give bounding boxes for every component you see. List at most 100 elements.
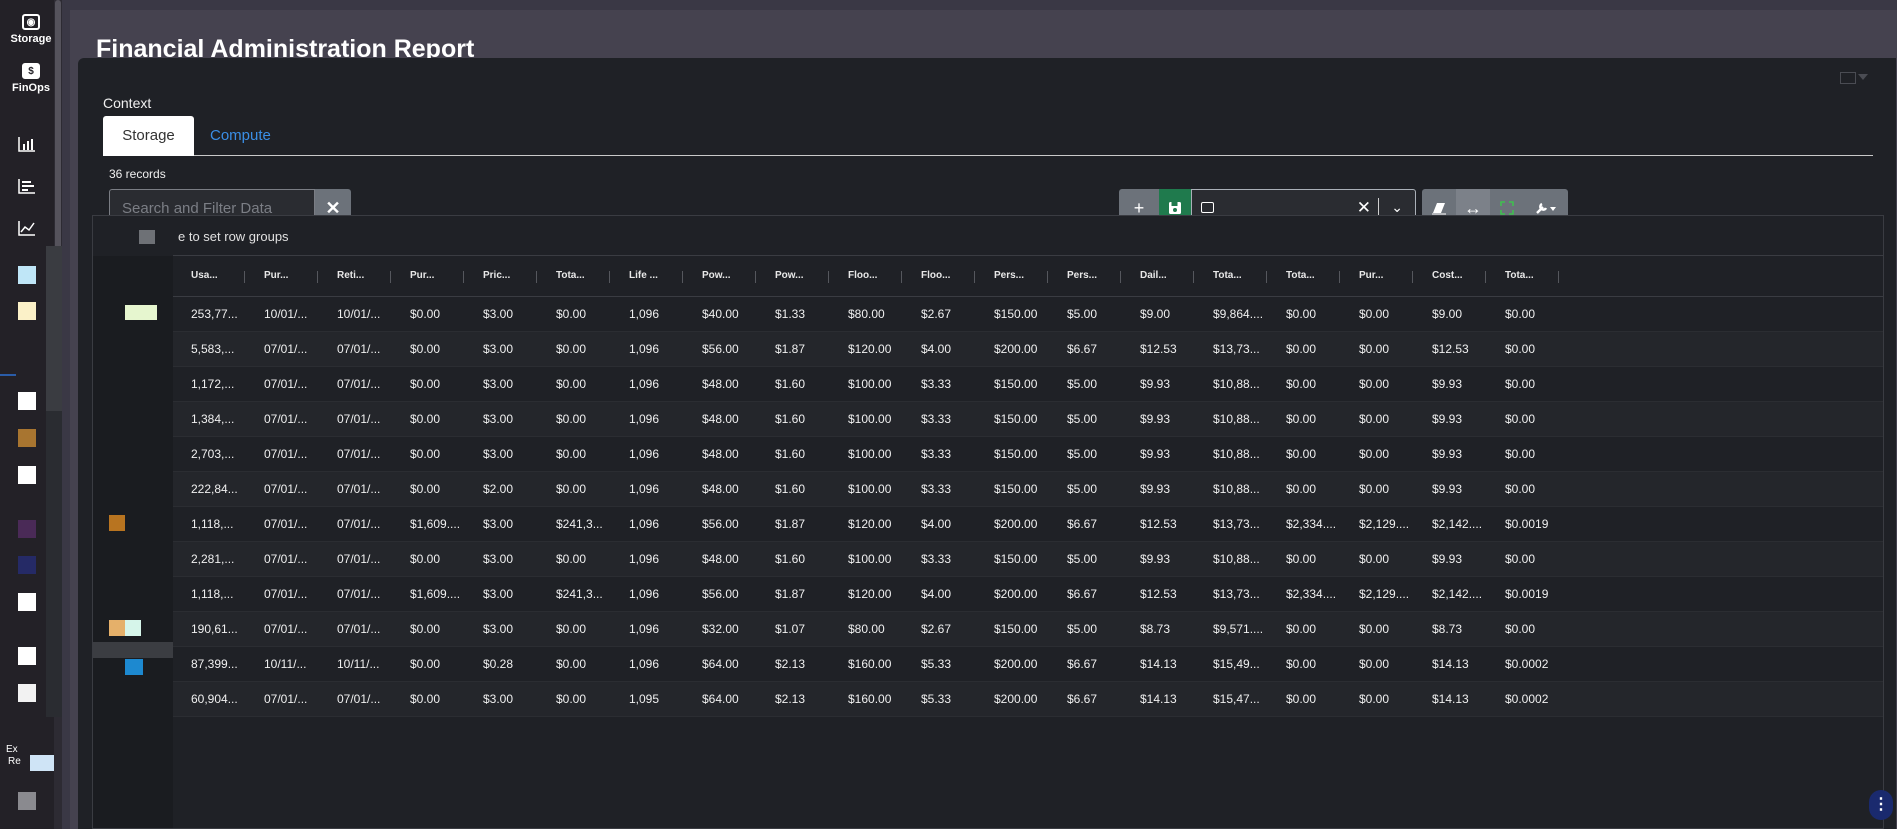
table-cell: $4.00 [921, 342, 952, 356]
app-window: ◉ Storage $ FinOps Ex Re Financial Admin… [0, 0, 1897, 829]
column-resize-handle[interactable] [901, 271, 902, 283]
table-cell: $241,3... [556, 587, 603, 601]
table-row[interactable]: 1,384,... 07/01/... 07/01/... $0.00 $3.00 $0.… [93, 402, 1883, 437]
table-cell: $0.00 [1505, 307, 1536, 321]
table-cell: $3.00 [483, 622, 514, 636]
table-cell: $200.00 [994, 342, 1038, 356]
table-cell: $9.93 [1432, 447, 1463, 461]
table-cell: $9.93 [1432, 482, 1463, 496]
table-cell: $241,3... [556, 517, 603, 531]
table-cell: 222,84... [191, 482, 238, 496]
sidebar-item-finops[interactable]: $ FinOps [0, 63, 62, 94]
table-cell: $56.00 [702, 342, 739, 356]
table-row[interactable]: 1,118,... 07/01/... 07/01/... $1,609.... $3.… [93, 577, 1883, 612]
column-resize-handle[interactable] [463, 271, 464, 283]
column-resize-handle[interactable] [828, 271, 829, 283]
table-cell: 07/01/... [337, 377, 381, 391]
table-row[interactable]: 60,904... 07/01/... 07/01/... $0.00 $3.00 $0.… [93, 682, 1883, 717]
tab-storage[interactable]: Storage [103, 116, 194, 156]
table-cell: $100.00 [848, 447, 892, 461]
column-resize-handle[interactable] [682, 271, 683, 283]
column-resize-handle[interactable] [755, 271, 756, 283]
table-row[interactable]: 253,77... 10/01/... 10/01/... $0.00 $3.00 $0.… [93, 297, 1883, 332]
column-resize-handle[interactable] [536, 271, 537, 283]
color-swatch-icon [30, 755, 56, 771]
table-cell: $3.33 [921, 447, 952, 461]
mail-icon[interactable] [1840, 72, 1856, 84]
tab-compute[interactable]: Compute [194, 116, 287, 156]
color-swatch-icon [18, 392, 36, 410]
horizontal-bar-chart-icon[interactable] [18, 178, 36, 194]
table-cell: $5.00 [1067, 377, 1098, 391]
table-cell: $3.00 [483, 692, 514, 706]
table-cell: $0.00 [410, 692, 441, 706]
table-cell: $0.00 [556, 412, 587, 426]
column-resize-handle[interactable] [1339, 271, 1340, 283]
column-resize-handle[interactable] [1047, 271, 1048, 283]
chevron-down-icon[interactable]: ⌄ [1391, 199, 1403, 216]
table-cell: $14.13 [1140, 692, 1177, 706]
table-cell: $15,49... [1213, 657, 1260, 671]
table-row[interactable]: 2,281,... 07/01/... 07/01/... $0.00 $3.00 $0.… [93, 542, 1883, 577]
table-cell: $6.67 [1067, 342, 1098, 356]
table-row[interactable]: 1,172,... 07/01/... 07/01/... $0.00 $3.00 $0.… [93, 367, 1883, 402]
table-row[interactable]: 190,61... 07/01/... 07/01/... $0.00 $3.00 $0.… [93, 612, 1883, 647]
table-cell: $0.00 [556, 622, 587, 636]
fullscreen-icon [1500, 201, 1514, 215]
overlay-scroll-track [46, 246, 62, 411]
table-cell: $150.00 [994, 412, 1038, 426]
table-cell: $9.93 [1432, 377, 1463, 391]
column-resize-handle[interactable] [1193, 271, 1194, 283]
table-cell: $1.33 [775, 307, 806, 321]
column-resize-handle[interactable] [390, 271, 391, 283]
table-row[interactable]: 222,84... 07/01/... 07/01/... $0.00 $2.00 $0.… [93, 472, 1883, 507]
column-resize-handle[interactable] [244, 271, 245, 283]
column-resize-handle[interactable] [1558, 271, 1559, 283]
column-resize-handle[interactable] [609, 271, 610, 283]
column-resize-handle[interactable] [974, 271, 975, 283]
column-resize-handle[interactable] [317, 271, 318, 283]
table-cell: $9.93 [1432, 552, 1463, 566]
table-row[interactable]: 87,399... 10/11/... 10/11/... $0.00 $0.28 $0.… [93, 647, 1883, 682]
table-cell: $200.00 [994, 587, 1038, 601]
table-cell: $2.13 [775, 657, 806, 671]
table-row[interactable]: 2,703,... 07/01/... 07/01/... $0.00 $3.00 $0.… [93, 437, 1883, 472]
column-resize-handle[interactable] [1266, 271, 1267, 283]
table-cell: $0.00 [410, 377, 441, 391]
table-cell: $120.00 [848, 587, 892, 601]
column-resize-handle[interactable] [1120, 271, 1121, 283]
pinned-column [93, 216, 173, 828]
pinned-header [93, 216, 173, 256]
chevron-down-icon[interactable] [1858, 74, 1868, 80]
table-cell: 1,096 [629, 377, 660, 391]
table-cell: $0.00 [1359, 552, 1390, 566]
table-row[interactable]: 5,583,... 07/01/... 07/01/... $0.00 $3.00 $0.… [93, 332, 1883, 367]
column-resize-handle[interactable] [1412, 271, 1413, 283]
table-cell: $6.67 [1067, 692, 1098, 706]
table-cell: $5.00 [1067, 447, 1098, 461]
row-group-panel[interactable]: e to set row groups [93, 216, 1883, 256]
table-cell: $2,129.... [1359, 517, 1410, 531]
help-button[interactable]: ⋮ [1869, 790, 1893, 820]
table-cell: $15,47... [1213, 692, 1260, 706]
table-cell: $3.00 [483, 412, 514, 426]
column-resize-handle[interactable] [1485, 271, 1486, 283]
table-cell: $0.00 [1286, 377, 1317, 391]
table-cell: $1.07 [775, 622, 806, 636]
table-cell: $9.93 [1140, 552, 1171, 566]
table-cell: $0.00 [556, 377, 587, 391]
bar-chart-icon[interactable] [18, 136, 36, 152]
table-cell: 07/01/... [264, 482, 308, 496]
table-cell: 1,384,... [191, 412, 235, 426]
table-cell: 1,096 [629, 657, 660, 671]
table-cell: $2,334.... [1286, 517, 1337, 531]
line-chart-icon[interactable] [18, 220, 36, 236]
table-cell: $13,73... [1213, 587, 1260, 601]
table-cell: $80.00 [848, 622, 885, 636]
sidebar-item-storage[interactable]: ◉ Storage [0, 14, 62, 45]
table-cell: $0.00 [410, 342, 441, 356]
table-cell: $120.00 [848, 342, 892, 356]
scrollbar-thumb[interactable] [55, 0, 61, 260]
table-row[interactable]: 1,118,... 07/01/... 07/01/... $1,609.... $3.… [93, 507, 1883, 542]
table-cell: 1,096 [629, 342, 660, 356]
